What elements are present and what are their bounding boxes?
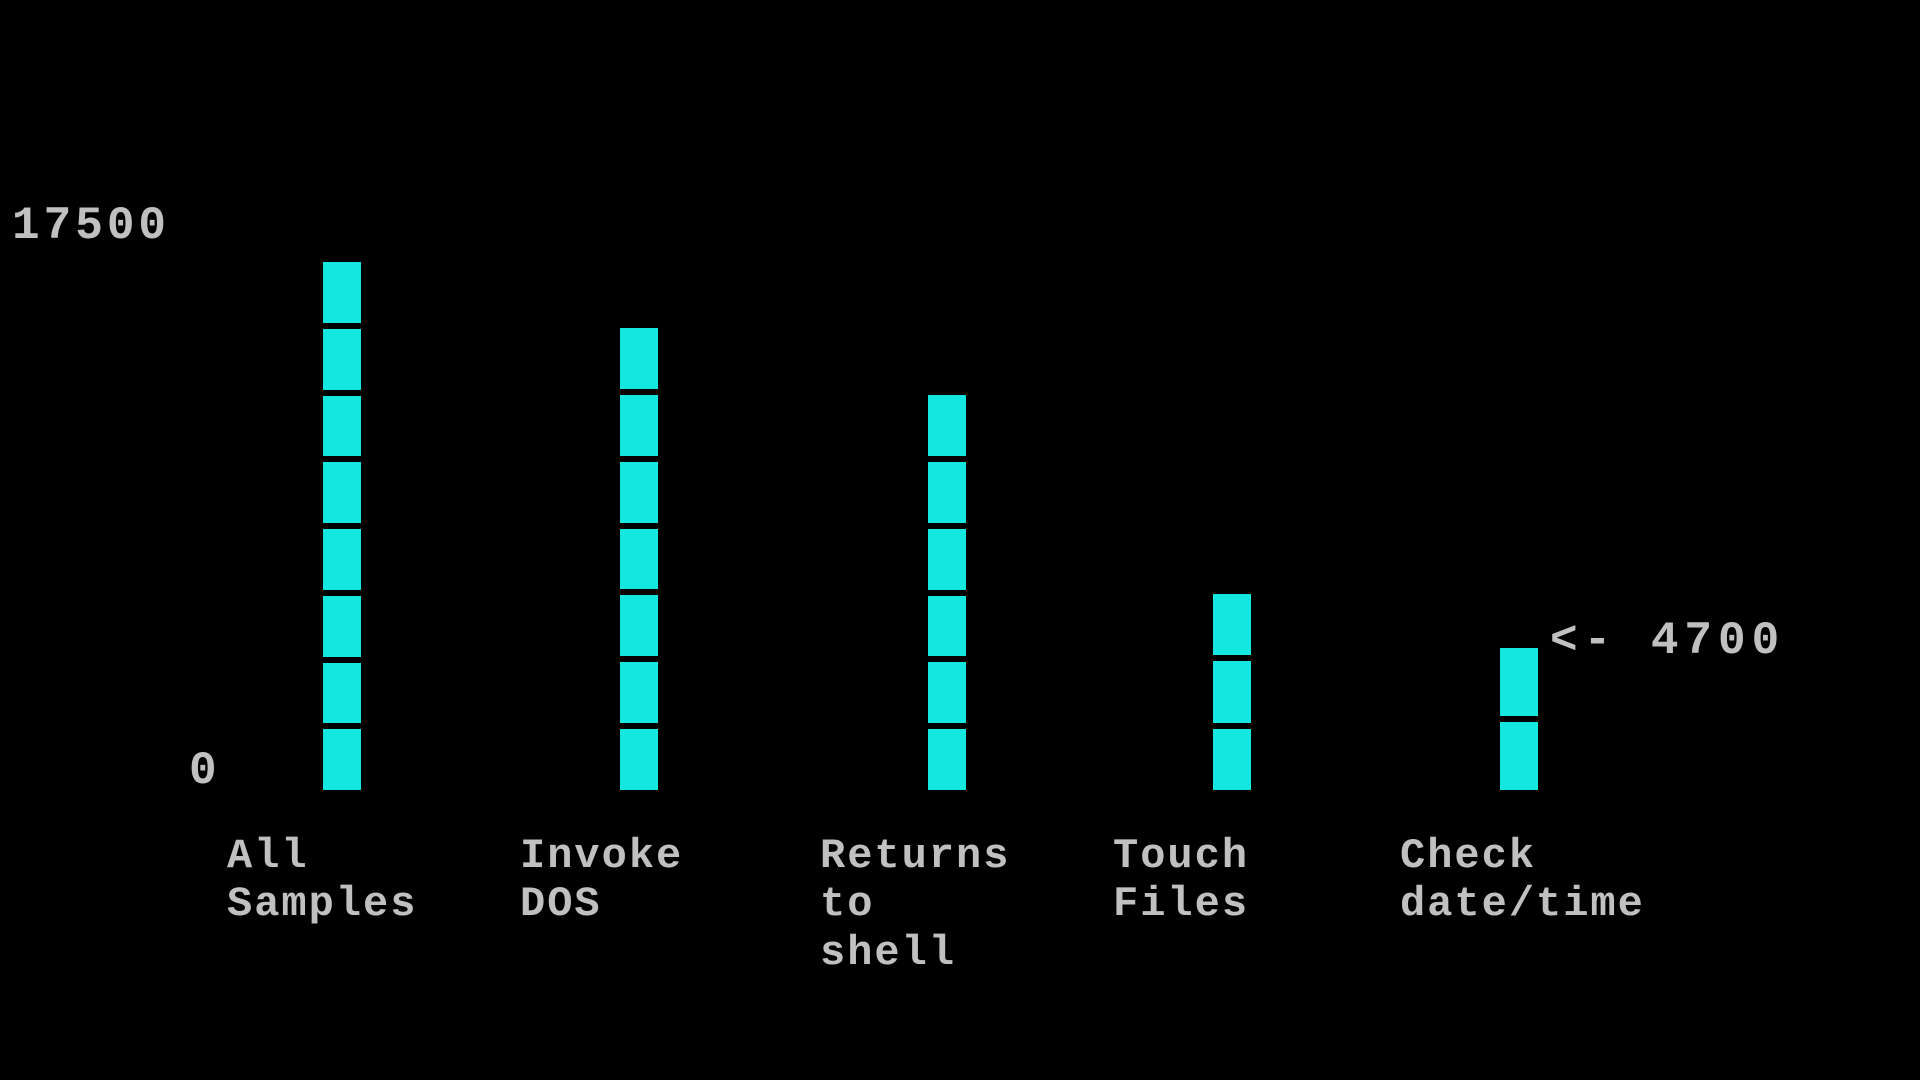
- category-label-2: Returns to shell: [820, 832, 1010, 977]
- category-label-3: Touch Files: [1113, 832, 1249, 929]
- value-annotation: <- 4700: [1550, 615, 1785, 667]
- chart-stage: 17500 0 All Samples Invoke DOS Returns to …: [0, 0, 1920, 1080]
- y-axis-max-label: 17500: [12, 200, 170, 252]
- bar-2: [928, 395, 966, 790]
- bar-1: [620, 328, 658, 790]
- category-label-4: Check date/time: [1400, 832, 1645, 929]
- bar-0: [323, 262, 361, 790]
- bar-4: [1500, 648, 1538, 790]
- category-label-0: All Samples: [227, 832, 417, 929]
- bar-3: [1213, 594, 1251, 790]
- y-axis-min-label: 0: [189, 745, 221, 797]
- category-label-1: Invoke DOS: [520, 832, 683, 929]
